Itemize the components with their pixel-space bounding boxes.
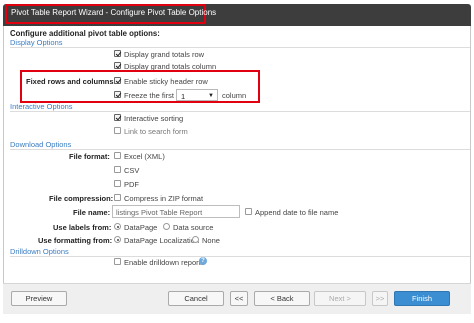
compress-zip-checkbox[interactable] — [114, 194, 121, 201]
section-display-options: Display Options — [10, 38, 63, 47]
format-pdf-checkbox[interactable] — [114, 180, 121, 187]
formatting-from-label: Use formatting from: — [38, 236, 113, 245]
sticky-header-checkbox[interactable] — [114, 77, 121, 84]
formatting-localization-radio[interactable] — [114, 236, 121, 243]
compress-zip-label: Compress in ZIP format — [124, 194, 204, 203]
last-page-button[interactable]: >> — [372, 291, 388, 306]
labels-from-label: Use labels from: — [53, 223, 112, 232]
first-page-button[interactable]: << — [230, 291, 248, 306]
labels-datasource-label: Data source — [173, 223, 214, 232]
append-date-checkbox[interactable] — [245, 208, 252, 215]
freeze-count-value: 1 — [181, 92, 186, 101]
section-divider — [10, 256, 470, 257]
section-interactive-options: Interactive Options — [10, 102, 73, 111]
file-name-label: File name: — [73, 208, 111, 217]
interactive-sorting-checkbox[interactable] — [114, 114, 121, 121]
freeze-first-label: Freeze the first — [124, 91, 175, 100]
preview-button[interactable]: Preview — [11, 291, 67, 306]
grand-totals-column-checkbox[interactable] — [114, 62, 121, 69]
format-csv-checkbox[interactable] — [114, 166, 121, 173]
enable-drilldown-checkbox[interactable] — [114, 258, 121, 265]
section-divider — [10, 111, 470, 112]
formatting-none-radio[interactable] — [192, 236, 199, 243]
section-divider — [10, 149, 470, 150]
next-button[interactable]: Next > — [314, 291, 366, 306]
append-date-label: Append date to file name — [255, 208, 339, 217]
labels-datasource-radio[interactable] — [163, 223, 170, 230]
enable-drilldown-label: Enable drilldown reports — [124, 258, 205, 267]
search-link-label: Link to search form — [124, 127, 188, 136]
format-excel-label: Excel (XML) — [124, 152, 165, 161]
file-name-input[interactable]: listings Pivot Table Report — [112, 205, 240, 218]
file-name-value: listings Pivot Table Report — [116, 208, 203, 217]
file-compression-label: File compression: — [49, 194, 114, 203]
chevron-down-icon: ▼ — [208, 92, 214, 99]
grand-totals-row-label: Display grand totals row — [124, 50, 205, 59]
search-link-checkbox[interactable] — [114, 127, 121, 134]
labels-datapage-label: DataPage — [124, 223, 158, 232]
formatting-none-label: None — [202, 236, 220, 245]
grand-totals-row-checkbox[interactable] — [114, 50, 121, 57]
info-icon[interactable]: ? — [199, 257, 207, 265]
file-format-label: File format: — [69, 152, 110, 161]
format-excel-checkbox[interactable] — [114, 152, 121, 159]
section-divider — [10, 47, 470, 48]
format-csv-label: CSV — [124, 166, 140, 175]
sticky-header-label: Enable sticky header row — [124, 77, 208, 86]
section-download-options: Download Options — [10, 140, 72, 149]
finish-button[interactable]: Finish — [394, 291, 450, 306]
page-heading: Configure additional pivot table options… — [10, 29, 160, 38]
fixed-rows-label: Fixed rows and columns: — [26, 77, 117, 86]
back-button[interactable]: < Back — [254, 291, 310, 306]
format-pdf-label: PDF — [124, 180, 139, 189]
interactive-sorting-label: Interactive sorting — [124, 114, 184, 123]
section-drilldown-options: Drilldown Options — [10, 247, 69, 256]
cancel-button[interactable]: Cancel — [168, 291, 224, 306]
labels-datapage-radio[interactable] — [114, 223, 121, 230]
formatting-localization-label: DataPage Localization — [124, 236, 200, 245]
freeze-unit-label: column — [222, 91, 247, 100]
freeze-first-checkbox[interactable] — [114, 91, 121, 98]
freeze-count-select[interactable]: 1 ▼ — [176, 89, 218, 101]
window-title: Pivot Table Report Wizard - Configure Pi… — [11, 8, 217, 17]
